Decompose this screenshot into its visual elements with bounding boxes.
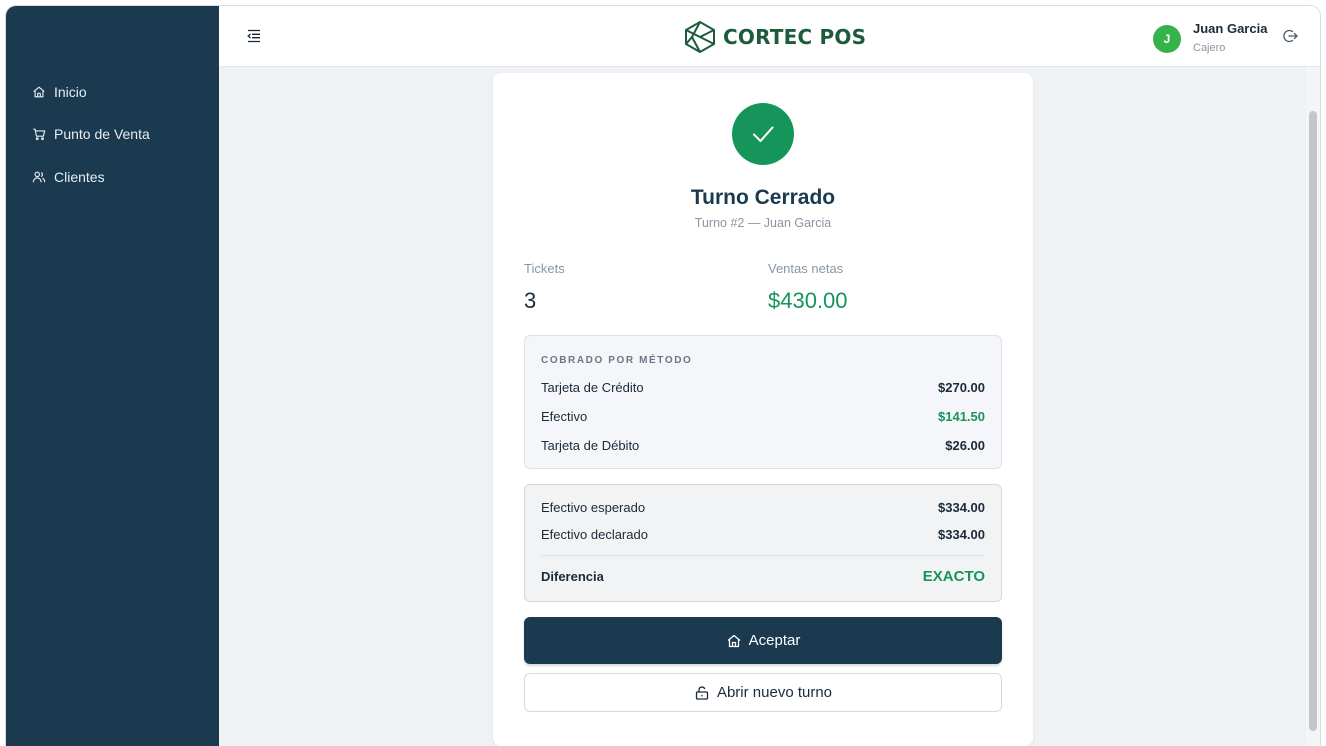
section-heading: COBRADO POR MÉTODO [541,355,693,366]
brand-name: CORTEC POS [723,25,867,49]
page-title: Turno Cerrado [690,186,836,209]
method-amount: $270.00 [938,379,985,395]
shift-subtitle: Turno #2 — Juan Garcia [694,216,832,230]
open-new-shift-label: Abrir nuevo turno [716,684,833,701]
user-name: Juan Garcia [1193,21,1268,36]
method-name: Tarjeta de Débito [541,437,640,453]
user-role: Cajero [1193,42,1226,54]
top-bar: CORTEC POS J Juan Garcia Cajero [219,6,1320,67]
unlock-icon [695,685,709,700]
shift-summary-card: Turno Cerrado Turno #2 — Juan Garcia Tic… [493,73,1033,746]
divider [541,555,985,556]
sidebar-item-label: Punto de Venta [54,126,150,142]
list-item: Tarjeta de Crédito $270.00 [541,378,985,396]
logout-button[interactable] [1281,27,1299,45]
expected-cash-label: Efectivo esperado [541,499,646,515]
declared-cash-label: Efectivo declarado [541,526,648,542]
open-new-shift-button[interactable]: Abrir nuevo turno [524,673,1002,712]
success-badge [732,103,794,165]
indent-icon [247,29,260,43]
difference-row: Diferencia EXACTO [541,567,985,585]
sidebar-item-clientes[interactable]: Clientes [6,162,219,192]
method-name: Tarjeta de Crédito [541,379,644,395]
tickets-value: 3 [524,288,537,313]
sidebar-toggle-button[interactable] [244,26,264,46]
sidebar-item-inicio[interactable]: Inicio [6,77,219,107]
method-amount: $141.50 [938,408,985,424]
expected-cash-row: Efectivo esperado $334.00 [541,498,985,516]
cash-reconciliation-box: Efectivo esperado $334.00 Efectivo decla… [524,484,1002,602]
app-window: Inicio Punto de Venta Clientes CORTEC PO… [6,6,1320,746]
list-item: Efectivo $141.50 [541,407,985,425]
difference-value: EXACTO [922,567,985,585]
net-sales-value: $430.00 [768,288,848,313]
sidebar-item-punto-de-venta[interactable]: Punto de Venta [6,119,219,149]
logout-icon [1283,29,1298,43]
avatar[interactable]: J [1153,25,1181,53]
list-item: Tarjeta de Débito $26.00 [541,436,985,454]
payment-methods-box: COBRADO POR MÉTODO Tarjeta de Crédito $2… [524,335,1002,469]
home-icon [33,86,45,98]
net-sales-label: Ventas netas [768,261,844,276]
expected-cash-value: $334.00 [938,499,985,515]
sidebar-item-label: Inicio [54,84,87,100]
tickets-label: Tickets [524,261,565,276]
method-name: Efectivo [541,408,588,424]
users-icon [32,171,46,183]
home-icon [727,634,741,647]
difference-label: Diferencia [541,568,604,584]
sidebar: Inicio Punto de Venta Clientes [6,6,219,746]
cortec-logo-icon [685,21,715,53]
cart-icon [33,128,46,141]
check-icon [753,126,774,142]
method-amount: $26.00 [945,437,985,453]
scrollbar-thumb[interactable] [1309,111,1317,731]
brand-logo: CORTEC POS [683,20,866,54]
accept-button[interactable]: Aceptar [524,617,1002,664]
declared-cash-value: $334.00 [938,526,985,542]
declared-cash-row: Efectivo declarado $334.00 [541,525,985,543]
scrollbar[interactable] [1306,67,1320,746]
accept-button-label: Aceptar [748,632,801,649]
sidebar-item-label: Clientes [54,169,105,185]
